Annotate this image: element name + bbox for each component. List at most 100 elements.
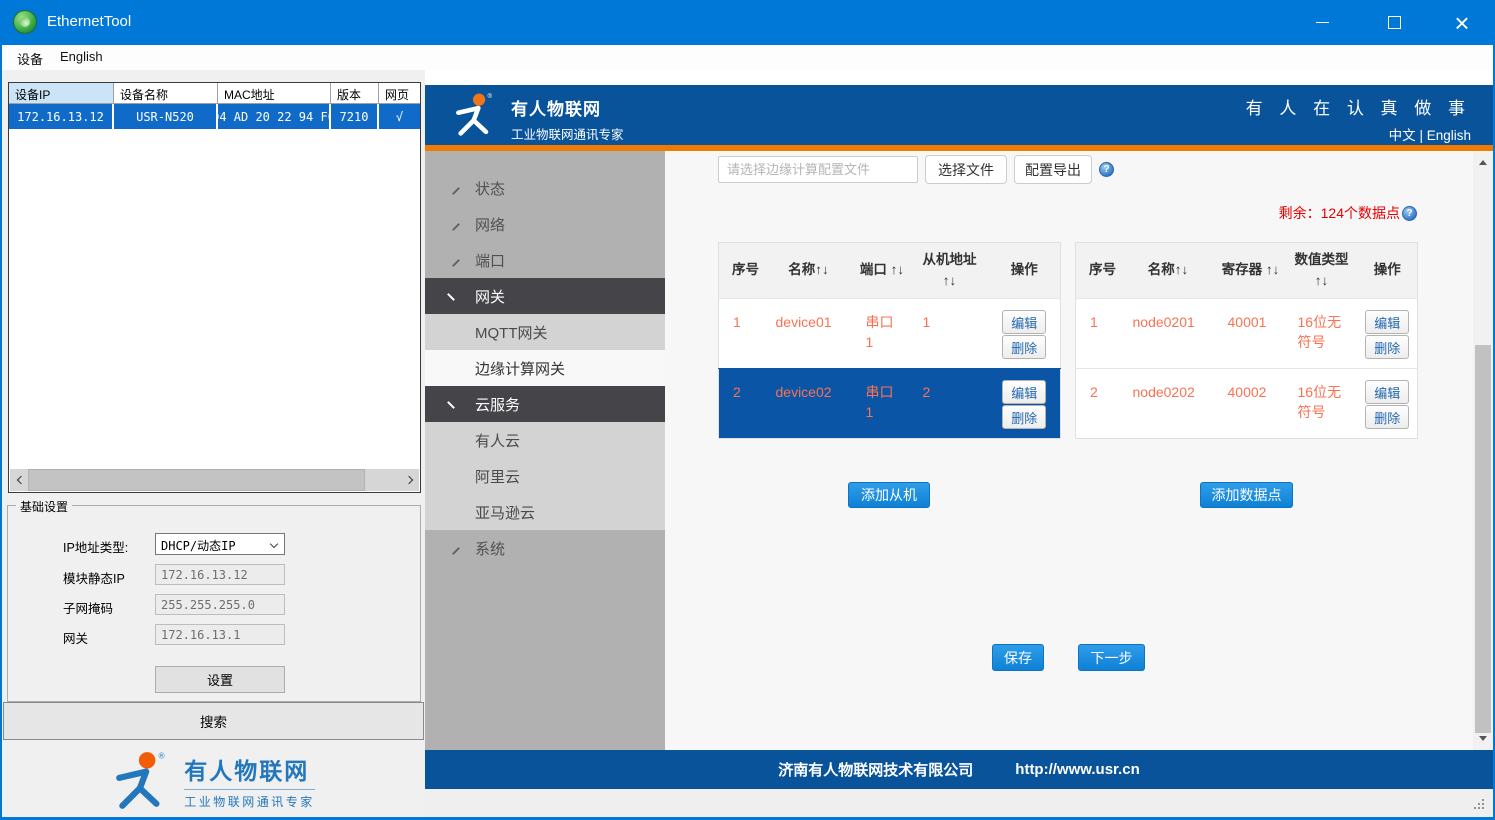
ip-type-select[interactable]: DHCP/动态IP [155,533,285,555]
sidebar-item-usr-cloud[interactable]: 有人云 [425,422,665,458]
device-row[interactable]: 172.16.13.12 USR-N520 D4 AD 20 22 94 F0 … [9,104,420,129]
node-col-name[interactable]: 名称↑↓ [1121,243,1216,299]
sidebar-item-gateway[interactable]: 网关 [425,278,665,314]
scroll-down-arrow-icon[interactable] [1479,736,1487,741]
choose-file-button[interactable]: 选择文件 [925,155,1007,184]
device-list: 设备IP 设备名称 MAC地址 版本 网页 172.16.13.12 USR-N… [8,82,421,493]
lang-chinese-link[interactable]: 中文 [1389,128,1416,143]
node-col-ops: 操作 [1358,243,1418,299]
node-col-no: 序号 [1076,243,1121,299]
help-icon[interactable]: ? [1099,162,1114,177]
footer-company: 济南有人物联网技术有限公司 [778,759,973,780]
subnet-mask-field: 255.255.255.0 [155,594,285,615]
slave-col-name[interactable]: 名称↑↓ [764,243,854,299]
horizontal-scrollbar[interactable] [10,469,419,491]
lang-english-link[interactable]: English [1427,128,1471,143]
sort-icon: ↑↓ [1266,262,1280,277]
vertical-scrollbar[interactable] [1473,151,1493,750]
help-icon[interactable]: ? [1402,206,1417,221]
basic-settings-group: 基础设置 IP地址类型: DHCP/动态IP 模块静态IP 172.16.13.… [7,505,421,702]
chevron-down-icon [447,396,460,409]
set-button[interactable]: 设置 [155,666,285,693]
slave-row-2[interactable]: 2 device02 串口1 2 编辑 删除 [719,369,1061,439]
node-row-1[interactable]: 1 node0201 40001 16位无符号 编辑 删除 [1076,299,1418,369]
scroll-left-arrow-icon[interactable] [10,469,28,491]
horizontal-scroll-thumb[interactable] [28,469,365,491]
sidebar-item-status[interactable]: 状态 [425,170,665,206]
usr-running-man-icon: ® [112,750,174,812]
add-slave-button[interactable]: 添加从机 [848,482,930,508]
config-file-input[interactable] [718,156,918,183]
web-content: 选择文件 配置导出 ? 剩余：124个数据点 ? 序号 名称↑↓ 端口 ↑↓ 从… [665,151,1473,750]
node-col-register[interactable]: 寄存器 ↑↓ [1216,243,1286,299]
usr-brand-text: 有人物联网 [184,752,315,786]
gateway-field: 172.16.13.1 [155,624,285,645]
minimize-icon [1316,22,1329,23]
ip-type-label: IP地址类型: [63,537,128,556]
slave-col-no: 序号 [719,243,764,299]
web-motto-text: 有 人 在 认 真 做 事 [1246,94,1471,119]
next-step-button[interactable]: 下一步 [1078,644,1145,671]
window-bottom-strip [425,789,1493,817]
device-web-check-icon[interactable]: √ [379,104,420,129]
device-name: USR-N520 [114,104,218,129]
chevron-right-icon [447,542,460,555]
web-header: ® 有人物联网 工业物联网通讯专家 有 人 在 认 真 做 事 中文 | Eng… [425,85,1493,145]
slave-row-1[interactable]: 1 device01 串口1 1 编辑 删除 [719,299,1061,369]
node-col-type[interactable]: 数值类型↑↓ [1286,243,1358,299]
maximize-icon [1388,16,1401,29]
sidebar-item-edge-gateway[interactable]: 边缘计算网关 [425,350,665,386]
sidebar-item-port[interactable]: 端口 [425,242,665,278]
export-config-button[interactable]: 配置导出 [1014,155,1092,184]
web-footer: 济南有人物联网技术有限公司 http://www.usr.cn [425,750,1493,789]
static-ip-field: 172.16.13.12 [155,564,285,585]
sidebar-item-ali-cloud[interactable]: 阿里云 [425,458,665,494]
scroll-right-arrow-icon[interactable] [401,469,419,491]
gateway-label: 网关 [63,628,88,647]
menu-device[interactable]: 设备 [11,49,49,68]
slave-col-addr[interactable]: 从机地址 ↑↓ [911,243,989,299]
window-border-left [0,0,2,820]
sort-icon: ↑↓ [1175,262,1189,277]
sort-icon: ↑↓ [891,262,905,277]
sort-icon: ↑↓ [1315,273,1329,288]
delete-button[interactable]: 删除 [1365,335,1409,359]
resize-grip-icon[interactable] [1472,797,1486,811]
edit-button[interactable]: 编辑 [1002,310,1046,334]
scroll-up-arrow-icon[interactable] [1479,160,1487,165]
search-button[interactable]: 搜索 [3,702,424,740]
lang-separator: | [1419,128,1423,143]
delete-button[interactable]: 删除 [1002,335,1046,359]
delete-button[interactable]: 删除 [1002,405,1046,429]
basic-settings-title: 基础设置 [16,498,72,515]
sidebar-item-mqtt-gateway[interactable]: MQTT网关 [425,314,665,350]
save-button[interactable]: 保存 [992,644,1044,671]
add-datapoint-button[interactable]: 添加数据点 [1200,482,1293,508]
slave-col-ops: 操作 [989,243,1061,299]
svg-text:®: ® [159,751,165,760]
close-button[interactable]: × [1439,0,1485,45]
web-slogan-text: 工业物联网通讯专家 [511,124,624,143]
edit-button[interactable]: 编辑 [1365,310,1409,334]
slave-col-port[interactable]: 端口 ↑↓ [854,243,911,299]
sidebar-item-system[interactable]: 系统 [425,530,665,566]
edit-button[interactable]: 编辑 [1002,380,1046,404]
edit-button[interactable]: 编辑 [1365,380,1409,404]
footer-url[interactable]: http://www.usr.cn [1015,761,1139,778]
device-version: 7210 [331,104,379,129]
sidebar-item-cloud-service[interactable]: 云服务 [425,386,665,422]
sidebar-item-network[interactable]: 网络 [425,206,665,242]
delete-button[interactable]: 删除 [1365,405,1409,429]
sort-icon: ↑↓ [943,273,957,288]
menu-english[interactable]: English [54,49,109,64]
vertical-scroll-thumb[interactable] [1475,345,1491,733]
col-version: 版本 [331,83,379,104]
svg-text:®: ® [488,93,493,100]
sidebar-item-amazon-cloud[interactable]: 亚马逊云 [425,494,665,530]
maximize-button[interactable] [1371,0,1417,45]
app-icon [13,10,37,34]
minimize-button[interactable] [1299,0,1345,45]
node-row-2[interactable]: 2 node0202 40002 16位无符号 编辑 删除 [1076,369,1418,439]
col-device-name: 设备名称 [114,83,218,104]
col-web: 网页 [379,83,420,104]
